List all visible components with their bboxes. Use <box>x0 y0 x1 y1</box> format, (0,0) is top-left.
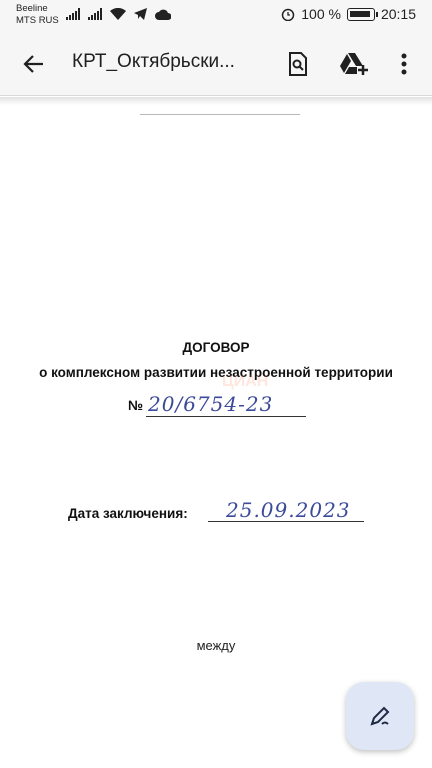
find-in-page-button[interactable] <box>276 42 320 86</box>
date-underline <box>208 521 364 522</box>
document-title: КРТ_Октябрьски... <box>72 51 235 72</box>
cloud-icon <box>155 9 171 20</box>
watermark: ЦИАН <box>222 373 269 390</box>
clock: 20:15 <box>380 6 416 22</box>
document-subheading: о комплексном развитии незастроенной тер… <box>39 365 393 380</box>
alarm-icon <box>282 8 295 21</box>
wifi-icon <box>110 8 126 20</box>
date-label: Дата заключения: <box>68 506 188 521</box>
battery-percent: 100 % <box>301 6 341 22</box>
app-bar: КРТ_Октябрьски... <box>0 32 432 96</box>
add-to-drive-button[interactable] <box>332 42 376 86</box>
between-text: между <box>196 638 236 653</box>
carrier-2: MTS RUS <box>16 15 59 26</box>
contract-number-value: 20/6754-23 <box>148 392 274 416</box>
contract-number-label: № <box>128 398 144 413</box>
add-to-drive-icon <box>340 53 368 75</box>
date-value: 25.09.2023 <box>226 498 351 522</box>
status-icons-left <box>66 8 171 20</box>
signal-icon-2 <box>88 8 102 20</box>
back-button[interactable] <box>12 42 56 86</box>
edit-fab-button[interactable] <box>346 682 414 750</box>
carrier-info: Beeline MTS RUS <box>16 3 59 27</box>
more-vert-icon <box>401 53 407 75</box>
carrier-1: Beeline <box>16 3 48 14</box>
page-top-edge <box>0 97 432 105</box>
document-page[interactable]: ДОГОВОР о комплексном развитии незастрое… <box>0 97 432 768</box>
arrow-left-icon <box>23 55 43 73</box>
signal-icon <box>66 8 80 20</box>
battery-icon <box>346 7 378 21</box>
edit-pen-icon <box>370 706 390 726</box>
telegram-icon <box>134 8 147 20</box>
document-heading: ДОГОВОР <box>182 340 250 355</box>
find-in-page-icon <box>289 52 307 76</box>
more-options-button[interactable] <box>382 42 426 86</box>
scan-artifact-line <box>140 114 300 115</box>
status-icons-right: 100 % 20:15 <box>281 6 416 22</box>
contract-number-underline <box>146 416 306 417</box>
status-bar: Beeline MTS RUS 100 % 20:15 <box>0 0 432 32</box>
